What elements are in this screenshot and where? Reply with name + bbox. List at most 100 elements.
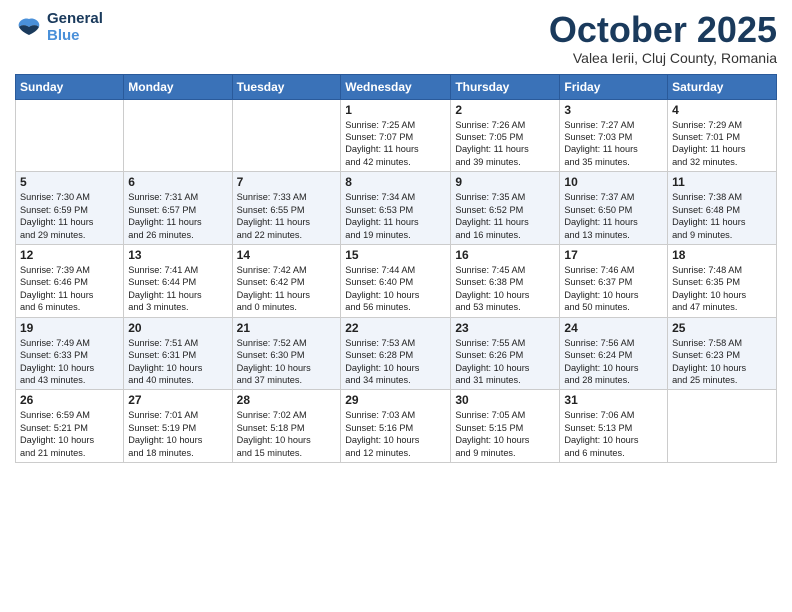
day-number: 27 xyxy=(128,393,227,407)
calendar-cell-w5-d6: 31 Sunrise: 7:06 AM Sunset: 5:13 PM Dayli… xyxy=(560,390,668,463)
day-number: 24 xyxy=(564,321,663,335)
title-block: October 2025 Valea Ierii, Cluj County, R… xyxy=(549,10,777,66)
calendar-week-5: 26 Sunrise: 6:59 AM Sunset: 5:21 PM Dayli… xyxy=(16,390,777,463)
day-info: Sunrise: 7:51 AM Sunset: 6:31 PM Dayligh… xyxy=(128,337,227,387)
day-info: Sunrise: 7:29 AM Sunset: 7:01 PM Dayligh… xyxy=(672,119,772,169)
calendar-cell-w2-d5: 9 Sunrise: 7:35 AM Sunset: 6:52 PM Daylig… xyxy=(451,172,560,245)
calendar-cell-w3-d4: 15 Sunrise: 7:44 AM Sunset: 6:40 PM Dayli… xyxy=(341,244,451,317)
calendar-header-row: Sunday Monday Tuesday Wednesday Thursday… xyxy=(16,74,777,99)
logo-text: General Blue xyxy=(47,10,103,45)
calendar-cell-w5-d3: 28 Sunrise: 7:02 AM Sunset: 5:18 PM Dayli… xyxy=(232,390,341,463)
day-number: 16 xyxy=(455,248,555,262)
day-number: 2 xyxy=(455,103,555,117)
calendar-week-1: 1 Sunrise: 7:25 AM Sunset: 7:07 PM Daylig… xyxy=(16,99,777,172)
day-number: 15 xyxy=(345,248,446,262)
day-info: Sunrise: 7:38 AM Sunset: 6:48 PM Dayligh… xyxy=(672,191,772,241)
calendar-cell-w3-d7: 18 Sunrise: 7:48 AM Sunset: 6:35 PM Dayli… xyxy=(668,244,777,317)
calendar-cell-w4-d4: 22Sunrise: 7:53 AM Sunset: 6:28 PM Dayli… xyxy=(341,317,451,390)
calendar-cell-w5-d7 xyxy=(668,390,777,463)
day-info: Sunrise: 7:45 AM Sunset: 6:38 PM Dayligh… xyxy=(455,264,555,314)
day-number: 17 xyxy=(564,248,663,262)
logo-icon xyxy=(15,15,43,39)
calendar-cell-w4-d6: 24 Sunrise: 7:56 AM Sunset: 6:24 PM Dayli… xyxy=(560,317,668,390)
day-number: 8 xyxy=(345,175,446,189)
day-number: 9 xyxy=(455,175,555,189)
location-subtitle: Valea Ierii, Cluj County, Romania xyxy=(549,50,777,66)
calendar-cell-w5-d5: 30 Sunrise: 7:05 AM Sunset: 5:15 PM Dayli… xyxy=(451,390,560,463)
calendar-cell-w2-d1: 5Sunrise: 7:30 AM Sunset: 6:59 PM Daylig… xyxy=(16,172,124,245)
calendar-cell-w1-d4: 1 Sunrise: 7:25 AM Sunset: 7:07 PM Daylig… xyxy=(341,99,451,172)
calendar-cell-w3-d3: 14 Sunrise: 7:42 AM Sunset: 6:42 PM Dayli… xyxy=(232,244,341,317)
day-info: Sunrise: 7:35 AM Sunset: 6:52 PM Dayligh… xyxy=(455,191,555,241)
day-info: Sunrise: 7:03 AM Sunset: 5:16 PM Dayligh… xyxy=(345,409,446,459)
day-number: 12 xyxy=(20,248,119,262)
calendar-cell-w3-d6: 17 Sunrise: 7:46 AM Sunset: 6:37 PM Dayli… xyxy=(560,244,668,317)
day-info: Sunrise: 7:01 AM Sunset: 5:19 PM Dayligh… xyxy=(128,409,227,459)
col-wednesday: Wednesday xyxy=(341,74,451,99)
calendar-cell-w2-d3: 7 Sunrise: 7:33 AM Sunset: 6:55 PM Daylig… xyxy=(232,172,341,245)
header: General Blue October 2025 Valea Ierii, C… xyxy=(15,10,777,66)
calendar-cell-w3-d5: 16 Sunrise: 7:45 AM Sunset: 6:38 PM Dayli… xyxy=(451,244,560,317)
day-info: Sunrise: 7:58 AM Sunset: 6:23 PM Dayligh… xyxy=(672,337,772,387)
calendar-cell-w2-d2: 6Sunrise: 7:31 AM Sunset: 6:57 PM Daylig… xyxy=(124,172,232,245)
day-number: 30 xyxy=(455,393,555,407)
calendar-cell-w1-d6: 3 Sunrise: 7:27 AM Sunset: 7:03 PM Daylig… xyxy=(560,99,668,172)
col-sunday: Sunday xyxy=(16,74,124,99)
col-friday: Friday xyxy=(560,74,668,99)
calendar-cell-w1-d5: 2Sunrise: 7:26 AM Sunset: 7:05 PM Daylig… xyxy=(451,99,560,172)
day-info: Sunrise: 7:42 AM Sunset: 6:42 PM Dayligh… xyxy=(237,264,337,314)
day-info: Sunrise: 7:33 AM Sunset: 6:55 PM Dayligh… xyxy=(237,191,337,241)
day-info: Sunrise: 7:48 AM Sunset: 6:35 PM Dayligh… xyxy=(672,264,772,314)
day-info: Sunrise: 7:49 AM Sunset: 6:33 PM Dayligh… xyxy=(20,337,119,387)
day-number: 23 xyxy=(455,321,555,335)
day-info: Sunrise: 7:52 AM Sunset: 6:30 PM Dayligh… xyxy=(237,337,337,387)
day-number: 21 xyxy=(237,321,337,335)
calendar-cell-w4-d1: 19 Sunrise: 7:49 AM Sunset: 6:33 PM Dayli… xyxy=(16,317,124,390)
calendar-cell-w1-d1 xyxy=(16,99,124,172)
day-info: Sunrise: 7:25 AM Sunset: 7:07 PM Dayligh… xyxy=(345,119,446,169)
col-thursday: Thursday xyxy=(451,74,560,99)
day-info: Sunrise: 7:37 AM Sunset: 6:50 PM Dayligh… xyxy=(564,191,663,241)
day-number: 26 xyxy=(20,393,119,407)
day-info: Sunrise: 7:55 AM Sunset: 6:26 PM Dayligh… xyxy=(455,337,555,387)
calendar-cell-w1-d7: 4 Sunrise: 7:29 AM Sunset: 7:01 PM Daylig… xyxy=(668,99,777,172)
day-number: 31 xyxy=(564,393,663,407)
day-info: Sunrise: 7:53 AM Sunset: 6:28 PM Dayligh… xyxy=(345,337,446,387)
col-monday: Monday xyxy=(124,74,232,99)
calendar-week-3: 12 Sunrise: 7:39 AM Sunset: 6:46 PM Dayli… xyxy=(16,244,777,317)
day-number: 18 xyxy=(672,248,772,262)
day-number: 10 xyxy=(564,175,663,189)
calendar-cell-w2-d7: 11Sunrise: 7:38 AM Sunset: 6:48 PM Dayli… xyxy=(668,172,777,245)
logo: General Blue xyxy=(15,10,103,45)
day-info: Sunrise: 7:02 AM Sunset: 5:18 PM Dayligh… xyxy=(237,409,337,459)
day-number: 14 xyxy=(237,248,337,262)
day-info: Sunrise: 7:05 AM Sunset: 5:15 PM Dayligh… xyxy=(455,409,555,459)
page-container: General Blue October 2025 Valea Ierii, C… xyxy=(0,0,792,473)
calendar-cell-w3-d2: 13Sunrise: 7:41 AM Sunset: 6:44 PM Dayli… xyxy=(124,244,232,317)
day-number: 20 xyxy=(128,321,227,335)
calendar-cell-w5-d2: 27 Sunrise: 7:01 AM Sunset: 5:19 PM Dayli… xyxy=(124,390,232,463)
day-info: Sunrise: 7:46 AM Sunset: 6:37 PM Dayligh… xyxy=(564,264,663,314)
calendar-week-4: 19 Sunrise: 7:49 AM Sunset: 6:33 PM Dayli… xyxy=(16,317,777,390)
day-number: 1 xyxy=(345,103,446,117)
day-info: Sunrise: 7:56 AM Sunset: 6:24 PM Dayligh… xyxy=(564,337,663,387)
day-info: Sunrise: 7:30 AM Sunset: 6:59 PM Dayligh… xyxy=(20,191,119,241)
day-number: 4 xyxy=(672,103,772,117)
day-info: Sunrise: 7:41 AM Sunset: 6:44 PM Dayligh… xyxy=(128,264,227,314)
day-number: 28 xyxy=(237,393,337,407)
day-number: 19 xyxy=(20,321,119,335)
day-info: Sunrise: 6:59 AM Sunset: 5:21 PM Dayligh… xyxy=(20,409,119,459)
calendar-cell-w1-d3 xyxy=(232,99,341,172)
day-number: 3 xyxy=(564,103,663,117)
day-info: Sunrise: 7:34 AM Sunset: 6:53 PM Dayligh… xyxy=(345,191,446,241)
calendar-cell-w4-d7: 25Sunrise: 7:58 AM Sunset: 6:23 PM Dayli… xyxy=(668,317,777,390)
day-info: Sunrise: 7:44 AM Sunset: 6:40 PM Dayligh… xyxy=(345,264,446,314)
calendar-cell-w4-d3: 21 Sunrise: 7:52 AM Sunset: 6:30 PM Dayli… xyxy=(232,317,341,390)
calendar-cell-w2-d4: 8 Sunrise: 7:34 AM Sunset: 6:53 PM Daylig… xyxy=(341,172,451,245)
calendar-cell-w5-d1: 26 Sunrise: 6:59 AM Sunset: 5:21 PM Dayli… xyxy=(16,390,124,463)
day-info: Sunrise: 7:06 AM Sunset: 5:13 PM Dayligh… xyxy=(564,409,663,459)
col-tuesday: Tuesday xyxy=(232,74,341,99)
day-info: Sunrise: 7:39 AM Sunset: 6:46 PM Dayligh… xyxy=(20,264,119,314)
day-info: Sunrise: 7:27 AM Sunset: 7:03 PM Dayligh… xyxy=(564,119,663,169)
day-number: 7 xyxy=(237,175,337,189)
